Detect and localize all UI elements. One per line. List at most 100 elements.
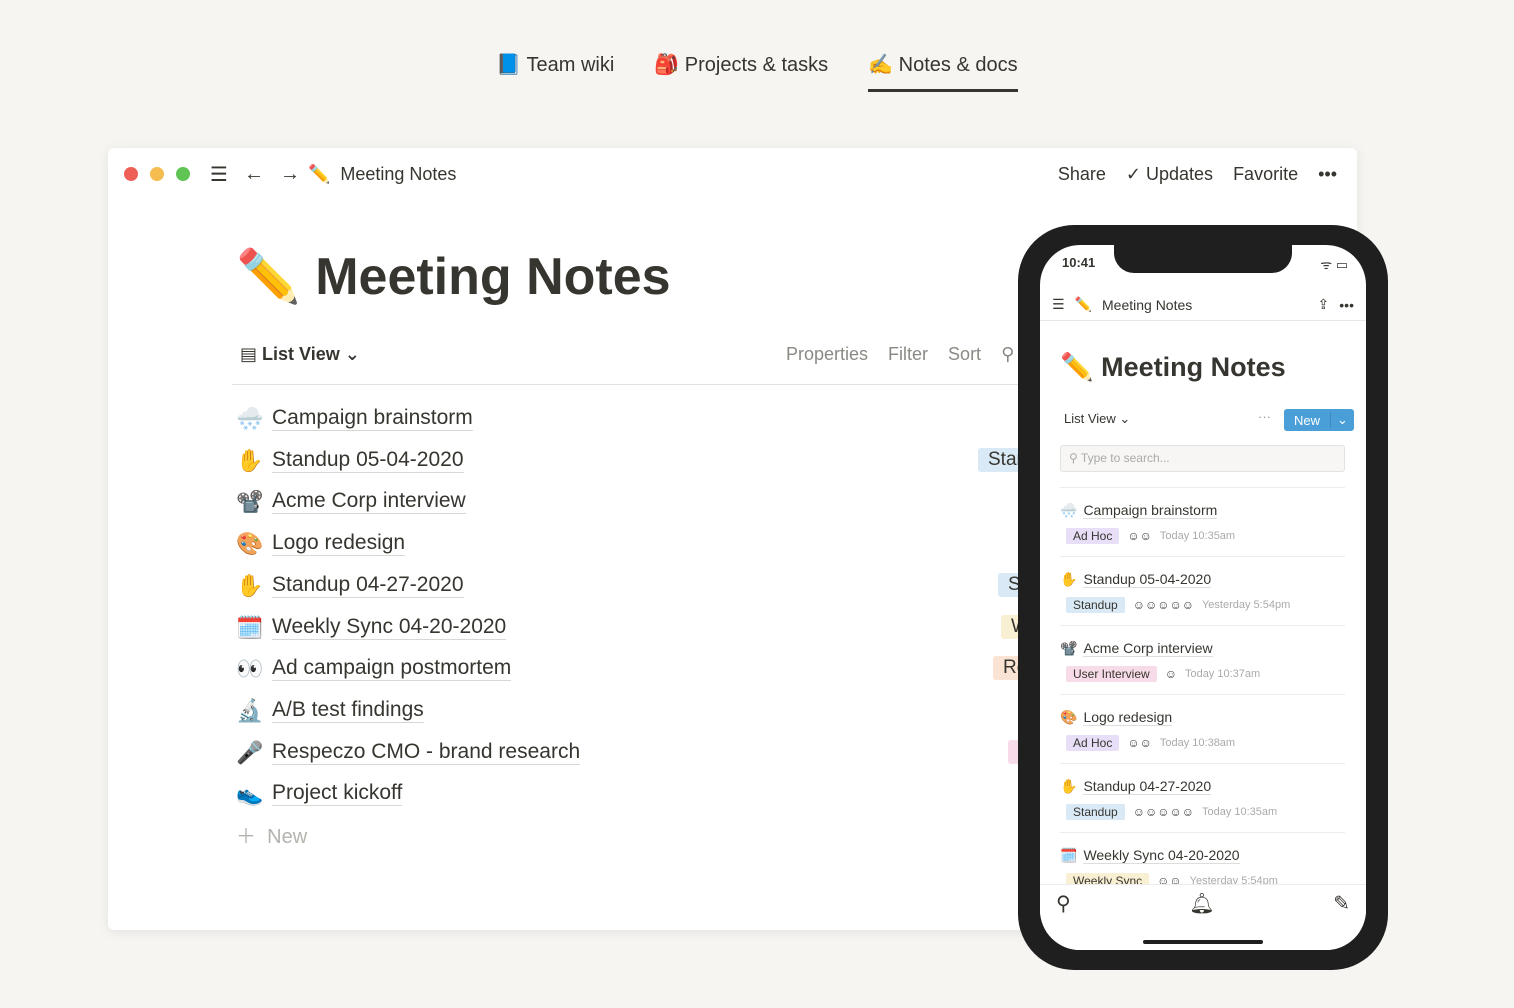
page-icon: ✋ xyxy=(1060,778,1078,794)
page-icon: 📽️ xyxy=(236,489,264,515)
item-title: Standup 05-04-2020 xyxy=(1083,571,1212,588)
item-title[interactable]: Campaign brainstorm xyxy=(272,406,473,431)
more-icon[interactable]: ··· xyxy=(1258,409,1271,424)
item-title: Standup 04-27-2020 xyxy=(1083,778,1212,795)
menu-icon[interactable]: ☰ xyxy=(1052,296,1065,313)
minimize-button[interactable] xyxy=(150,167,164,181)
item-title[interactable]: Acme Corp interview xyxy=(272,489,466,515)
more-icon[interactable]: ••• xyxy=(1318,164,1337,185)
bell-icon[interactable]: 🔔︎ xyxy=(1189,891,1214,944)
phone-new-button[interactable]: New ⌄ xyxy=(1284,409,1354,431)
page-icon: 🌨️ xyxy=(1060,502,1078,518)
pencil-icon: ✏️ xyxy=(1074,296,1092,312)
phone-page-title: ✏️ Meeting Notes xyxy=(1060,352,1286,382)
book-icon: 📘 xyxy=(496,54,522,76)
properties-button[interactable]: Properties xyxy=(786,344,868,365)
page-icon: 🔬 xyxy=(236,697,264,723)
page-icon: ✋ xyxy=(236,572,264,598)
page-icon: 👀 xyxy=(236,656,264,682)
phone-nav: ☰ ✏️ Meeting Notes ⇪ ••• xyxy=(1040,289,1366,321)
list-item[interactable]: 🌨️ Campaign brainstorm Ad Hoc ☺☺ Today 10:35… xyxy=(1060,487,1345,556)
list-item[interactable]: 📽️ Acme Corp interview User Interview ☺ Toda… xyxy=(1060,625,1345,694)
breadcrumb[interactable]: Meeting Notes xyxy=(340,164,456,185)
maximize-button[interactable] xyxy=(176,167,190,181)
tag-badge: Standup xyxy=(1066,597,1125,613)
list-item[interactable]: ✋Standup 04-27-2020Standup xyxy=(236,569,1136,605)
list-item[interactable]: 👀Ad campaign postmortemRetrospective xyxy=(236,652,1136,688)
list-item[interactable]: 🔬A/B test findingsAd Hoc xyxy=(236,694,1136,730)
tag-badge: Ad Hoc xyxy=(1066,528,1120,544)
favorite-button[interactable]: Favorite xyxy=(1233,164,1298,185)
list-item[interactable]: 🌨️Campaign brainstormAd Hoc xyxy=(236,402,1149,438)
avatars: ☺ xyxy=(1164,667,1177,681)
page-icon: 🎨 xyxy=(1060,709,1078,725)
more-icon[interactable]: ••• xyxy=(1339,297,1354,313)
share-icon[interactable]: ⇪ xyxy=(1318,296,1330,313)
tab-notes-docs[interactable]: ✍️ Notes & docs xyxy=(868,52,1018,92)
list-item[interactable]: 🎤Respeczo CMO - brand researchUser Inter… xyxy=(236,736,1150,772)
share-button[interactable]: Share xyxy=(1058,164,1106,185)
item-title: Logo redesign xyxy=(1083,709,1173,726)
list-item[interactable]: ✋Standup 05-04-2020Standup xyxy=(236,444,1136,480)
updates-button[interactable]: ✓ Updates xyxy=(1126,164,1213,185)
list-item[interactable]: ✋ Standup 04-27-2020 Standup ☺☺☺☺☺ Today 10:… xyxy=(1060,763,1345,832)
item-title[interactable]: Project kickoff xyxy=(272,781,403,807)
item-title: Weekly Sync 04-20-2020 xyxy=(1083,847,1240,864)
compose-icon[interactable]: ✎ xyxy=(1333,891,1350,944)
title-bar: ☰ ← → ✏️ Meeting Notes Share ✓ Updates F… xyxy=(124,162,1337,186)
new-row-button[interactable]: ＋ New xyxy=(236,820,307,849)
timestamp: Today 10:37am xyxy=(1184,668,1261,680)
wifi-battery-icon: ᯤ ▭ xyxy=(1320,257,1348,272)
page-icon: 📽️ xyxy=(1060,640,1078,656)
timestamp: Today 10:38am xyxy=(1159,737,1236,749)
phone-view-selector[interactable]: List View ⌄ xyxy=(1064,411,1130,427)
forward-arrow-icon[interactable]: → xyxy=(280,163,300,186)
search-input[interactable]: ⚲ Type to search... xyxy=(1060,445,1345,472)
item-title[interactable]: Standup 05-04-2020 xyxy=(272,448,464,473)
chevron-down-icon: ⌄ xyxy=(344,344,360,364)
check-icon: ✓ xyxy=(1125,163,1141,184)
tag-badge: Ad Hoc xyxy=(1066,735,1120,751)
divider xyxy=(232,384,1132,385)
home-indicator xyxy=(1143,940,1263,944)
tab-projects-tasks[interactable]: 🎒 Projects & tasks xyxy=(654,52,828,92)
list-icon: ▤ xyxy=(240,344,258,364)
item-title[interactable]: Standup 04-27-2020 xyxy=(272,573,464,598)
page-icon: 🌨️ xyxy=(236,406,264,431)
list-item[interactable]: 📽️Acme Corp interviewUser Interview xyxy=(236,485,1173,521)
menu-icon[interactable]: ☰ xyxy=(210,162,228,187)
search-icon[interactable]: ⚲ xyxy=(1056,891,1071,944)
list-item[interactable]: 🎨 Logo redesign Ad Hoc xyxy=(236,527,1149,563)
close-button[interactable] xyxy=(124,167,138,181)
view-selector[interactable]: ▤ List View ⌄ xyxy=(240,344,360,365)
item-title[interactable]: Respeczo CMO - brand research xyxy=(272,740,581,765)
page-icon: ✋ xyxy=(1060,571,1078,587)
back-arrow-icon[interactable]: ← xyxy=(244,163,264,186)
list-item[interactable]: 🎨 Logo redesign Ad Hoc ☺☺ Today 10:38am xyxy=(1060,694,1345,763)
search-icon[interactable]: ⚲ xyxy=(1001,344,1014,365)
timestamp: Today 10:35am xyxy=(1201,806,1278,818)
filter-button[interactable]: Filter xyxy=(888,344,928,365)
tab-team-wiki[interactable]: 📘 Team wiki xyxy=(496,52,614,92)
sort-button[interactable]: Sort xyxy=(948,344,981,365)
item-title[interactable]: Ad campaign postmortem xyxy=(272,656,512,682)
item-title[interactable]: Weekly Sync 04-20-2020 xyxy=(272,615,507,640)
item-title[interactable]: Logo redesign xyxy=(272,531,406,557)
page-icon: 🗓️ xyxy=(236,614,264,640)
page-icon: 🎤 xyxy=(236,739,264,765)
page-icon: 🎨 xyxy=(236,531,264,557)
chevron-down-icon[interactable]: ⌄ xyxy=(1330,412,1354,428)
item-title: Acme Corp interview xyxy=(1083,640,1213,657)
phone-breadcrumb: Meeting Notes xyxy=(1102,296,1193,313)
item-title[interactable]: A/B test findings xyxy=(272,698,424,723)
list-item[interactable]: 👟Project kickoffAd Hoc xyxy=(236,777,1154,813)
tag-badge: User Interview xyxy=(1066,666,1157,682)
status-time: 10:41 xyxy=(1062,255,1096,270)
timestamp: Today 10:35am xyxy=(1159,530,1236,542)
product-tabs: 📘 Team wiki 🎒 Projects & tasks ✍️ Notes … xyxy=(0,52,1514,92)
timestamp: Yesterday 5:54pm xyxy=(1201,599,1291,611)
list-item[interactable]: ✋ Standup 05-04-2020 Standup ☺☺☺☺☺ Yesterday… xyxy=(1060,556,1345,625)
list-item[interactable]: 🗓️Weekly Sync 04-20-2020Weekly Sync xyxy=(236,611,1136,647)
page-icon: 🗓️ xyxy=(1060,847,1078,863)
item-title: Campaign brainstorm xyxy=(1083,502,1218,519)
